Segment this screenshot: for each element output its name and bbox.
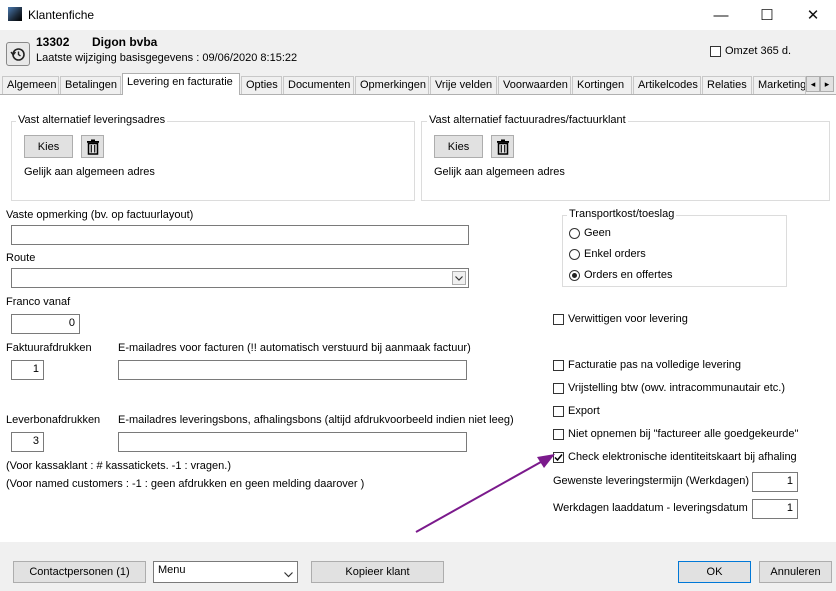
- tab-levering-en-facturatie[interactable]: Levering en facturatie: [122, 73, 240, 95]
- delivery-prints-input[interactable]: 3: [11, 432, 44, 452]
- route-label: Route: [6, 252, 36, 264]
- tab-voorwaarden[interactable]: Voorwaarden: [498, 76, 571, 94]
- route-select[interactable]: [11, 268, 469, 288]
- choose-delivery-address-button[interactable]: Kies: [24, 135, 73, 158]
- tab-documenten[interactable]: Documenten: [283, 76, 354, 94]
- check-id-card-checkbox[interactable]: Check elektronische identiteitskaart bij…: [553, 451, 797, 463]
- annotation-arrow-icon: [415, 454, 555, 533]
- desired-term-input[interactable]: 1: [752, 472, 798, 492]
- delivery-address-text: Gelijk aan algemeen adres: [24, 166, 155, 178]
- menu-value: Menu: [158, 564, 186, 576]
- trash-icon: [496, 139, 509, 155]
- invoice-address-text: Gelijk aan algemeen adres: [434, 166, 565, 178]
- exclude-invoice-all-checkbox[interactable]: Niet opnemen bij "factureer alle goedgek…: [553, 428, 798, 440]
- check-box[interactable]: [553, 313, 564, 325]
- invoice-address-group: [421, 121, 830, 201]
- desired-term-label: Gewenste leveringstermijn (Werkdagen): [553, 475, 750, 487]
- checkbox-label: Facturatie pas na volledige levering: [568, 359, 742, 371]
- window-title: Klantenfiche: [28, 8, 95, 22]
- delivery-address-title: Vast alternatief leveringsadres: [16, 114, 168, 126]
- turnover-check-box[interactable]: [710, 45, 721, 57]
- app-icon: [8, 7, 22, 21]
- cancel-button[interactable]: Annuleren: [759, 561, 832, 583]
- chevron-down-icon[interactable]: [284, 569, 293, 581]
- loading-days-input[interactable]: 1: [752, 499, 798, 519]
- checkbox-label: Verwittigen voor levering: [568, 313, 688, 325]
- menu-select[interactable]: Menu: [153, 561, 298, 583]
- tab-opmerkingen[interactable]: Opmerkingen: [355, 76, 429, 94]
- customer-number: 13302: [36, 35, 70, 49]
- invoice-after-full-checkbox[interactable]: Facturatie pas na volledige levering: [553, 359, 741, 371]
- checkbox-label: Export: [568, 405, 600, 417]
- fixed-remark-input[interactable]: [11, 225, 469, 245]
- invoice-address-title: Vast alternatief factuuradres/factuurkla…: [427, 114, 628, 126]
- tab-artikelcodes[interactable]: Artikelcodes: [633, 76, 701, 94]
- tab-marketing[interactable]: Marketing: [753, 76, 806, 94]
- export-checkbox[interactable]: Export: [553, 405, 600, 417]
- fixed-remark-label: Vaste opmerking (bv. op factuurlayout): [6, 209, 194, 221]
- checkbox-label: Vrijstelling btw (owv. intracommunautair…: [568, 382, 786, 394]
- trash-icon: [86, 139, 99, 155]
- chevron-down-icon[interactable]: [452, 271, 466, 285]
- tab-relaties[interactable]: Relaties: [702, 76, 752, 94]
- copy-customer-button[interactable]: Kopieer klant: [311, 561, 444, 583]
- radio-enkel-orders[interactable]: [569, 248, 580, 260]
- delete-invoice-address-button[interactable]: [491, 135, 514, 158]
- checkbox-label: Niet opnemen bij "factureer alle goedgek…: [568, 428, 799, 440]
- delete-delivery-address-button[interactable]: [81, 135, 104, 158]
- check-box[interactable]: [553, 359, 564, 371]
- choose-invoice-address-button[interactable]: Kies: [434, 135, 483, 158]
- franco-input[interactable]: 0: [11, 314, 80, 334]
- transport-option-label: Enkel orders: [584, 248, 646, 260]
- maximize-button[interactable]: ☐: [744, 0, 790, 30]
- check-box[interactable]: [553, 382, 564, 394]
- transport-option-orders-en-offertes[interactable]: Orders en offertes: [569, 269, 672, 281]
- transport-option-label: Orders en offertes: [584, 269, 673, 281]
- tab-scroll-left-button[interactable]: ◂: [806, 76, 820, 92]
- delivery-prints-label: Leverbonafdrukken: [6, 414, 101, 426]
- customer-name: Digon bvba: [92, 35, 158, 49]
- invoice-email-label: E-mailadres voor facturen (!! automatisc…: [118, 342, 471, 354]
- franco-label: Franco vanaf: [6, 296, 71, 308]
- loading-days-label: Werkdagen laaddatum - leveringsdatum: [553, 502, 748, 514]
- transport-option-geen[interactable]: Geen: [569, 227, 611, 239]
- last-modified-text: Laatste wijziging basisgegevens : 09/06/…: [36, 52, 298, 64]
- checkbox-label: Check elektronische identiteitskaart bij…: [568, 451, 797, 463]
- transport-title: Transportkost/toeslag: [567, 208, 677, 220]
- kassaklant-note: (Voor kassaklant : # kassatickets. -1 : …: [6, 460, 231, 472]
- tab-opties[interactable]: Opties: [241, 76, 282, 94]
- transport-option-enkel-orders[interactable]: Enkel orders: [569, 248, 646, 260]
- invoice-prints-label: Faktuurafdrukken: [6, 342, 92, 354]
- history-icon[interactable]: [6, 42, 30, 66]
- delivery-address-group: [11, 121, 415, 201]
- check-box[interactable]: [553, 405, 564, 417]
- tab-scroll-right-button[interactable]: ▸: [820, 76, 834, 92]
- radio-orders-en-offertes[interactable]: [569, 269, 580, 281]
- ok-button[interactable]: OK: [678, 561, 751, 583]
- tab-betalingen[interactable]: Betalingen: [60, 76, 121, 94]
- check-box[interactable]: [553, 428, 564, 440]
- close-button[interactable]: ✕: [790, 0, 836, 30]
- turnover-checkbox[interactable]: Omzet 365 d.: [710, 45, 791, 57]
- vat-exempt-checkbox[interactable]: Vrijstelling btw (owv. intracommunautair…: [553, 382, 785, 394]
- turnover-label: Omzet 365 d.: [725, 45, 792, 57]
- transport-option-label: Geen: [584, 227, 611, 239]
- invoice-email-input[interactable]: [118, 360, 467, 380]
- radio-geen[interactable]: [569, 227, 580, 239]
- contacts-button[interactable]: Contactpersonen (1): [13, 561, 146, 583]
- named-customers-note: (Voor named customers : -1 : geen afdruk…: [6, 478, 365, 490]
- minimize-button[interactable]: —: [698, 0, 744, 30]
- delivery-email-label: E-mailadres leveringsbons, afhalingsbons…: [118, 414, 514, 426]
- tab-algemeen[interactable]: Algemeen: [2, 76, 59, 94]
- notify-delivery-checkbox[interactable]: Verwittigen voor levering: [553, 313, 688, 325]
- tab-kortingen[interactable]: Kortingen: [572, 76, 632, 94]
- invoice-prints-input[interactable]: 1: [11, 360, 44, 380]
- tab-vrije-velden[interactable]: Vrije velden: [430, 76, 497, 94]
